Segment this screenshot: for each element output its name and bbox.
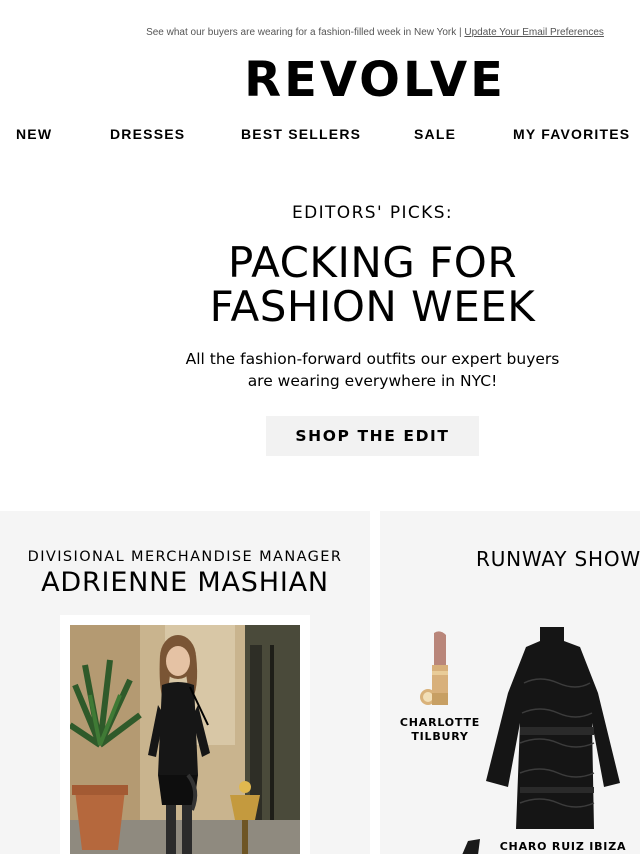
main-nav: NEW DRESSES BEST SELLERS SALE MY FAVORIT… bbox=[0, 126, 640, 144]
buyer-feature-card[interactable]: DIVISIONAL MERCHANDISE MANAGER ADRIENNE … bbox=[0, 511, 370, 854]
charo-ruiz-ibiza-label[interactable]: CHARO RUIZ IBIZA bbox=[498, 840, 628, 854]
update-email-preferences-link[interactable]: Update Your Email Preferences bbox=[464, 27, 604, 38]
buyer-role: DIVISIONAL MERCHANDISE MANAGER bbox=[27, 549, 343, 565]
hero-eyebrow: EDITORS' PICKS: bbox=[291, 203, 454, 223]
hero-section: EDITORS' PICKS: PACKING FOR FASHION WEEK… bbox=[120, 200, 625, 456]
nav-item-new[interactable]: NEW bbox=[16, 126, 52, 142]
hero-subcopy: All the fashion-forward outfits our expe… bbox=[185, 350, 560, 390]
buyer-name: ADRIENNE MASHIAN bbox=[41, 567, 329, 598]
shop-the-edit-button[interactable]: SHOP THE EDIT bbox=[266, 416, 479, 456]
nav-item-best-sellers[interactable]: BEST SELLERS bbox=[241, 126, 361, 142]
hero-headline-line2: FASHION WEEK bbox=[209, 282, 536, 331]
charlotte-tilbury-label[interactable]: CHARLOTTE TILBURY bbox=[394, 716, 486, 744]
charlotte-tilbury-brand: CHARLOTTE TILBURY bbox=[399, 716, 481, 743]
lipstick-product-image[interactable] bbox=[416, 631, 464, 711]
hero-headline-line1: PACKING FOR bbox=[227, 238, 518, 287]
nav-item-sale[interactable]: SALE bbox=[414, 126, 456, 142]
preheader-text: See what our buyers are wearing for a fa… bbox=[146, 27, 465, 38]
hero-headline: PACKING FOR FASHION WEEK bbox=[120, 241, 625, 329]
preheader: See what our buyers are wearing for a fa… bbox=[0, 27, 640, 38]
buyer-photo[interactable] bbox=[60, 615, 310, 854]
runway-show-title: RUNWAY SHOW bbox=[476, 547, 640, 571]
revolve-logo[interactable]: REVOLVE bbox=[240, 52, 510, 108]
accessory-product-image[interactable] bbox=[458, 837, 484, 854]
nav-item-my-favorites[interactable]: MY FAVORITES bbox=[513, 126, 630, 142]
buyer-outfit-photo bbox=[70, 625, 300, 854]
nav-item-dresses[interactable]: DRESSES bbox=[110, 126, 185, 142]
dress-product-image[interactable] bbox=[480, 623, 640, 835]
runway-show-card[interactable]: RUNWAY SHOW CHARLOTTE TILBURY CHARO RUIZ… bbox=[380, 511, 640, 854]
